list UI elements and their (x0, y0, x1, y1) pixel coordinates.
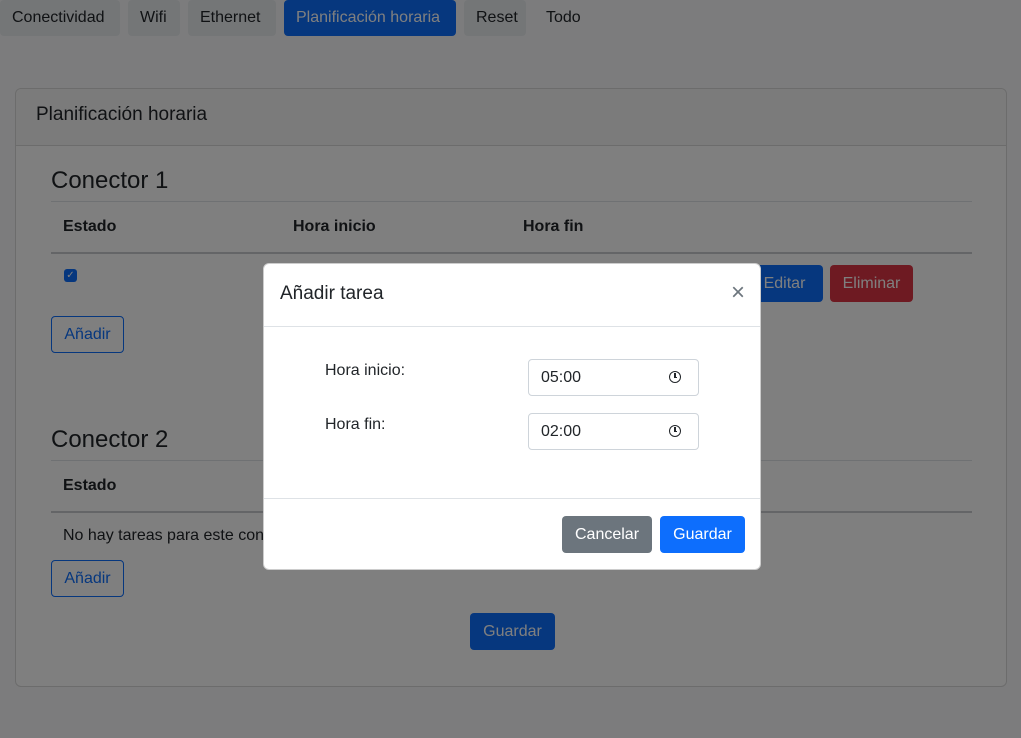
add-task-modal: Añadir tarea × Hora inicio: 05:00 Hora f… (263, 263, 761, 570)
hora-inicio-label: Hora inicio: (325, 362, 406, 379)
clock-icon[interactable] (669, 371, 681, 383)
cancel-button[interactable]: Cancelar (562, 516, 652, 553)
modal-title: Añadir tarea (280, 283, 384, 304)
hora-fin-input[interactable]: 02:00 (528, 413, 699, 450)
save-task-button[interactable]: Guardar (660, 516, 745, 553)
close-icon[interactable]: × (731, 281, 745, 305)
modal-footer: Cancelar Guardar (264, 498, 760, 571)
hora-fin-label: Hora fin: (325, 416, 386, 433)
hora-fin-value: 02:00 (541, 423, 582, 440)
clock-icon[interactable] (669, 425, 681, 437)
modal-header: Añadir tarea × (264, 264, 760, 327)
hora-inicio-input[interactable]: 05:00 (528, 359, 699, 396)
hora-inicio-value: 05:00 (541, 369, 582, 386)
